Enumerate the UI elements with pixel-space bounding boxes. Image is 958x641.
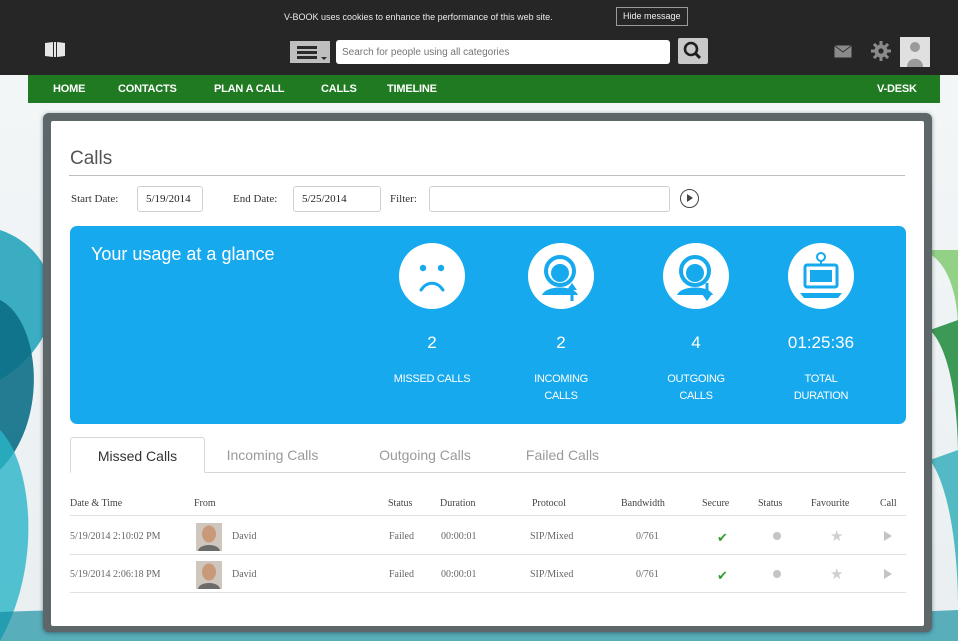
col-date-time[interactable]: Date & Time	[70, 498, 122, 509]
stat-caption: MISSED CALLS	[393, 373, 471, 385]
favourite-star-icon[interactable]: ★	[830, 527, 843, 545]
cell-datetime: 5/19/2014 2:06:18 PM	[70, 569, 161, 580]
user-avatar[interactable]	[900, 37, 930, 67]
status-dot-icon	[773, 570, 781, 578]
stat-value: 4	[691, 333, 701, 352]
cell-duration: 00:00:01	[441, 569, 477, 580]
cell-bandwidth: 0/761	[636, 569, 659, 580]
filter-field[interactable]	[429, 186, 670, 212]
search-button[interactable]	[678, 38, 708, 64]
nav-home[interactable]: HOME	[53, 83, 85, 95]
contact-photo	[196, 523, 222, 551]
start-date-field[interactable]	[137, 186, 203, 212]
cell-bandwidth: 0/761	[636, 531, 659, 542]
status-dot-icon	[773, 532, 781, 540]
nav-plan-a-call[interactable]: PLAN A CALL	[214, 83, 285, 95]
gear-icon[interactable]	[870, 40, 892, 62]
table-row[interactable]: 5/19/2014 2:06:18 PM David Failed 00:00:…	[70, 555, 906, 593]
end-date-field[interactable]	[293, 186, 381, 212]
main-nav: HOME CONTACTS PLAN A CALL CALLS TIMELINE…	[28, 75, 940, 103]
stat-value: 2	[556, 333, 566, 352]
workstation-icon	[800, 252, 842, 298]
secure-check-icon: ✔	[717, 568, 728, 583]
search-icon	[683, 41, 702, 60]
stat-value: 2	[427, 333, 437, 352]
tab-incoming-calls[interactable]: Incoming Calls	[210, 437, 335, 473]
calls-panel: Calls Start Date: End Date: Filter: Your…	[51, 121, 924, 626]
hide-message-button[interactable]: Hide message	[616, 7, 688, 26]
cell-duration: 00:00:01	[441, 531, 477, 542]
col-duration[interactable]: Duration	[440, 498, 476, 509]
stat-value: 01:25:36	[787, 333, 855, 352]
incoming-call-icon	[542, 255, 578, 301]
nav-v-desk[interactable]: V-DESK	[877, 83, 917, 95]
col-call[interactable]: Call	[880, 498, 897, 509]
cell-protocol: SIP/Mixed	[530, 531, 574, 542]
cell-protocol: SIP/Mixed	[530, 569, 574, 580]
user-silhouette-icon	[900, 37, 930, 67]
cell-datetime: 5/19/2014 2:10:02 PM	[70, 531, 161, 542]
col-status[interactable]: Status	[388, 498, 412, 509]
table-header: Date & Time From Status Duration Protoco…	[70, 492, 906, 516]
secure-check-icon: ✔	[717, 530, 728, 545]
tab-outgoing-calls[interactable]: Outgoing Calls	[360, 437, 490, 473]
filter-label: Filter:	[390, 193, 417, 205]
usage-title: Your usage at a glance	[91, 244, 275, 264]
contact-photo	[196, 561, 222, 589]
apply-filter-play-icon[interactable]	[680, 189, 699, 208]
cookie-message: V-BOOK uses cookies to enhance the perfo…	[284, 12, 553, 22]
title-divider	[69, 175, 905, 176]
col-secure[interactable]: Secure	[702, 498, 729, 509]
col-favourite[interactable]: Favourite	[811, 498, 849, 509]
col-protocol[interactable]: Protocol	[532, 498, 566, 509]
col-from[interactable]: From	[194, 498, 216, 509]
person-photo-icon	[196, 523, 222, 551]
start-date-label: Start Date:	[71, 193, 119, 205]
cell-status: Failed	[389, 569, 414, 580]
person-photo-icon	[196, 561, 222, 589]
nav-timeline[interactable]: TIMELINE	[387, 83, 437, 95]
stat-caption: TOTAL DURATION	[793, 373, 849, 402]
nav-contacts[interactable]: CONTACTS	[118, 83, 177, 95]
nav-calls[interactable]: CALLS	[321, 83, 357, 95]
mail-icon[interactable]	[834, 45, 852, 58]
col-status-2[interactable]: Status	[758, 498, 782, 509]
usage-summary: Your usage at a glance 2 MISSED CALLS 2 …	[70, 226, 906, 424]
top-bar: V-BOOK uses cookies to enhance the perfo…	[0, 0, 958, 75]
cell-from: David	[232, 531, 257, 542]
page-title: Calls	[70, 148, 113, 169]
menu-button[interactable]	[290, 41, 330, 63]
sad-face-icon	[419, 264, 445, 292]
end-date-label: End Date:	[233, 193, 278, 205]
tab-failed-calls[interactable]: Failed Calls	[510, 437, 615, 473]
call-play-icon[interactable]	[884, 569, 892, 579]
col-bandwidth[interactable]: Bandwidth	[621, 498, 665, 509]
stat-caption: OUTGOING CALLS	[667, 373, 725, 402]
tab-missed-calls[interactable]: Missed Calls	[70, 437, 205, 473]
outgoing-call-icon	[677, 255, 713, 301]
table-row[interactable]: 5/19/2014 2:10:02 PM David Failed 00:00:…	[70, 517, 906, 555]
search-input[interactable]	[336, 40, 670, 64]
call-tabs: Missed Calls Incoming Calls Outgoing Cal…	[70, 437, 906, 473]
favourite-star-icon[interactable]: ★	[830, 565, 843, 583]
cell-status: Failed	[389, 531, 414, 542]
stat-caption: INCOMING CALLS	[534, 373, 588, 402]
cell-from: David	[232, 569, 257, 580]
call-play-icon[interactable]	[884, 531, 892, 541]
book-logo-icon[interactable]	[44, 41, 66, 58]
